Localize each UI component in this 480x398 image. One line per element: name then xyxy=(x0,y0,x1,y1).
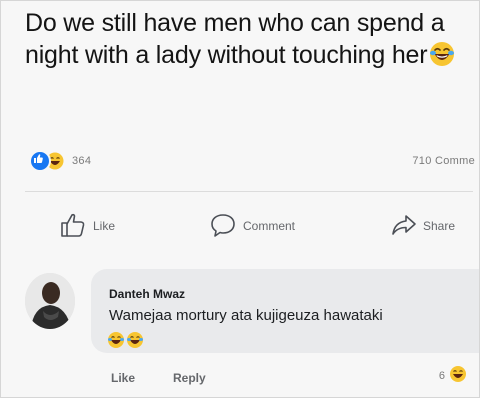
share-button[interactable]: Share xyxy=(391,213,455,239)
post-text: Do we still have men who can spend a nig… xyxy=(25,7,473,75)
reaction-count: 364 xyxy=(72,155,92,167)
thumbs-up-icon xyxy=(59,212,93,241)
comment-like-link[interactable]: Like xyxy=(111,371,135,385)
haha-reaction-icon xyxy=(449,365,467,386)
laughing-tears-emoji-icon xyxy=(126,331,144,354)
share-arrow-icon xyxy=(391,212,423,241)
comment-reactions[interactable]: 6 xyxy=(439,365,471,386)
laughing-tears-emoji-icon xyxy=(429,41,455,75)
facebook-post: Do we still have men who can spend a nig… xyxy=(0,0,480,398)
comment-emojis xyxy=(107,331,144,354)
laughing-tears-emoji-icon xyxy=(107,331,125,354)
comment-text: Wamejaa mortury ata kujigeuza hawataki xyxy=(109,307,383,324)
post-body: Do we still have men who can spend a nig… xyxy=(25,9,452,69)
like-button[interactable]: Like xyxy=(59,213,115,239)
speech-bubble-icon xyxy=(209,212,243,241)
comment-author[interactable]: Danteh Mwaz xyxy=(109,287,185,301)
comment-label: Comment xyxy=(243,219,296,233)
like-label: Like xyxy=(93,219,116,233)
comments-count[interactable]: 710 Comme xyxy=(412,155,475,167)
avatar[interactable] xyxy=(25,273,75,329)
like-reaction-icon xyxy=(29,150,51,172)
divider xyxy=(25,191,473,192)
comment-reaction-count: 6 xyxy=(438,369,445,382)
reactions-summary[interactable]: 364 xyxy=(29,149,91,173)
comment-button[interactable]: Comment xyxy=(209,213,295,239)
comment-reply-link[interactable]: Reply xyxy=(173,371,206,385)
share-label: Share xyxy=(423,219,456,233)
